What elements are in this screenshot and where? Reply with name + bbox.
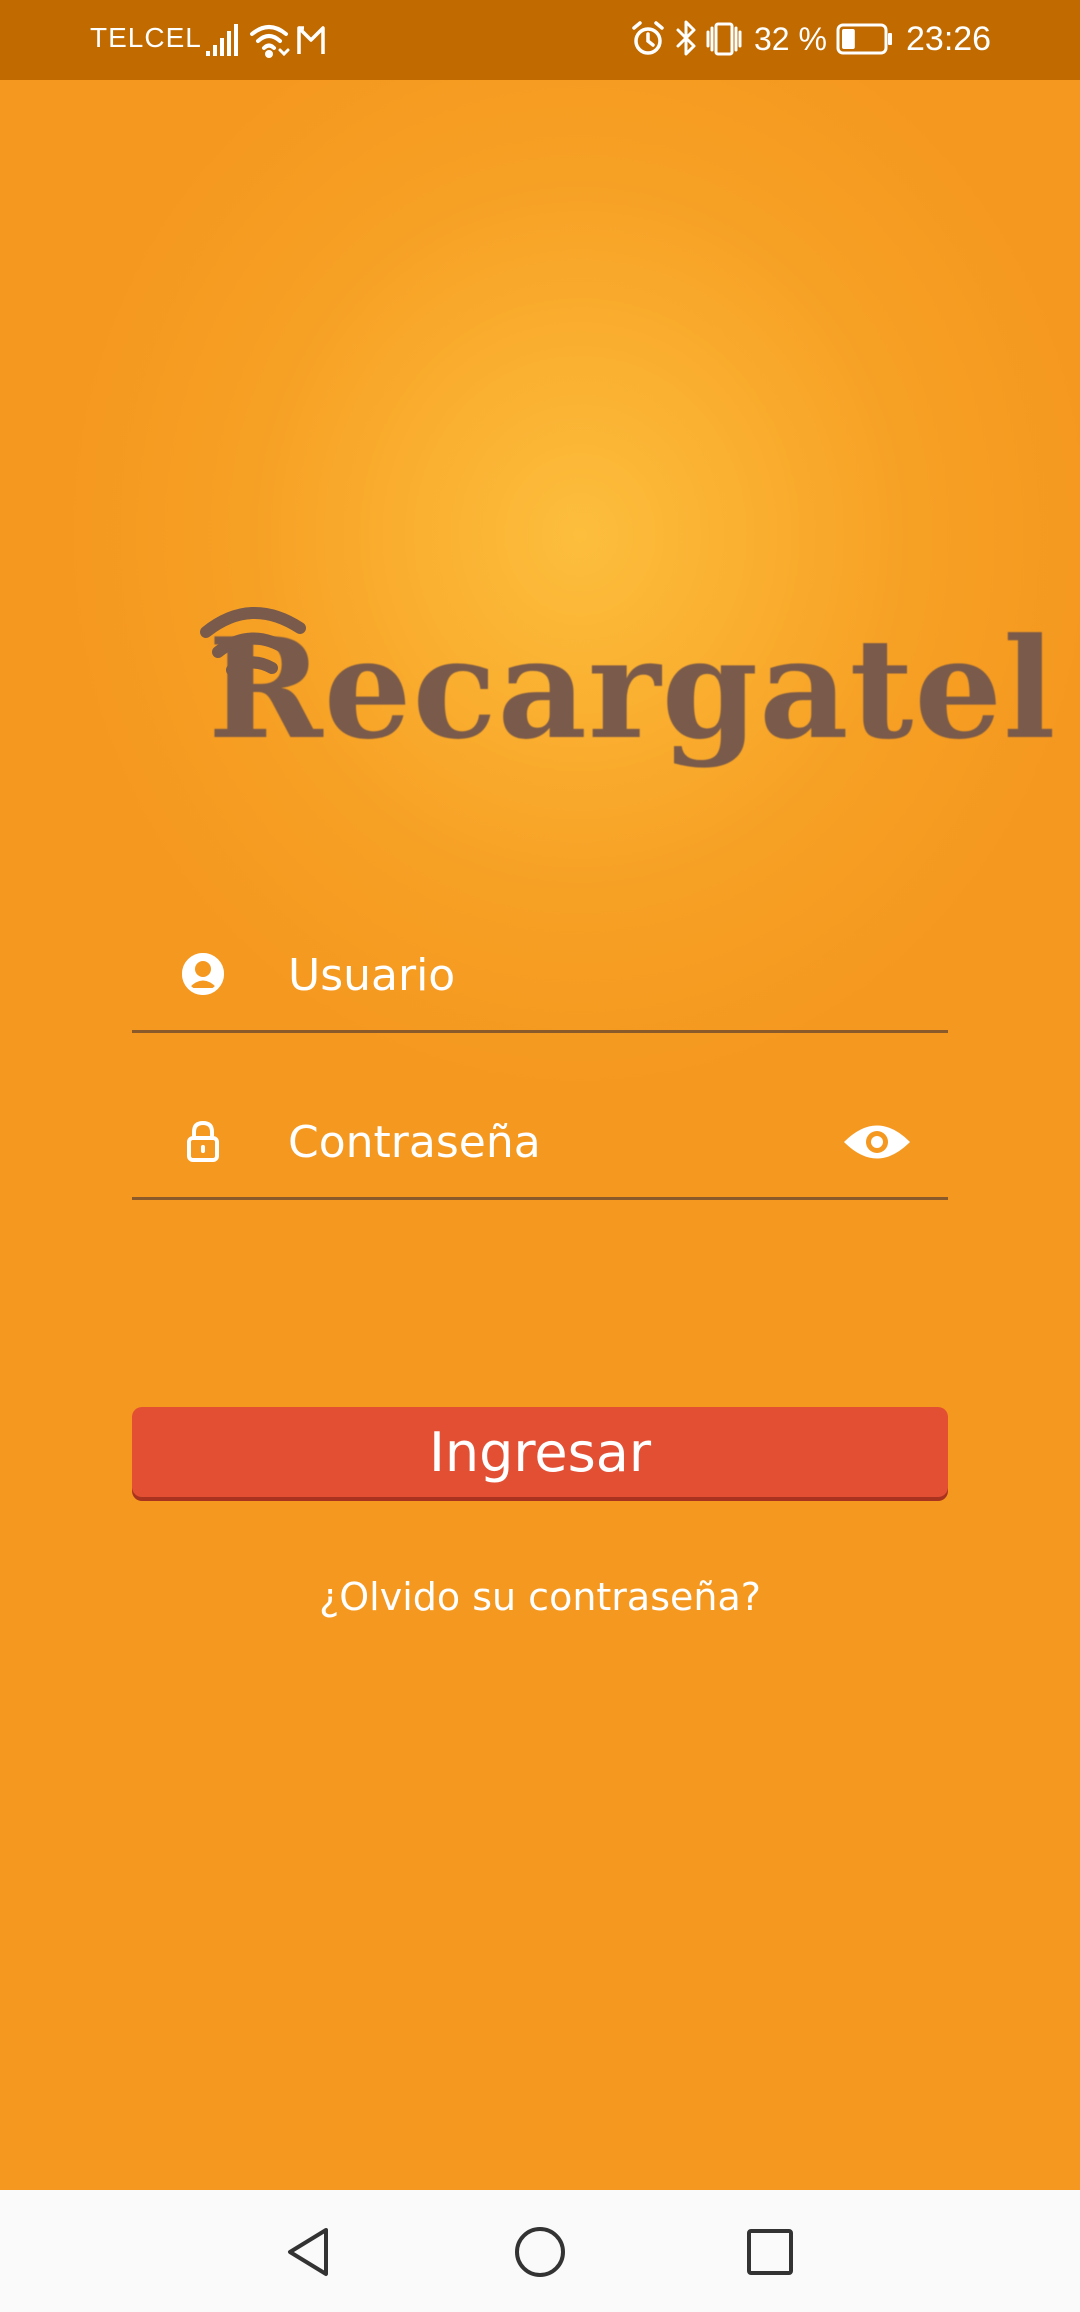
user-circle-icon [182,953,224,995]
lock-icon [187,1120,219,1162]
carrier-name: TELCEL [90,22,202,53]
forgot-password-link[interactable]: ¿Olvido su contraseña? [0,1575,1080,1619]
alarm-icon [632,21,664,55]
navigation-bar [0,2190,1080,2312]
gmail-icon [297,26,325,54]
battery-icon [836,23,892,55]
app-logo: Recargatel [190,600,1056,810]
bluetooth-icon [676,20,696,56]
status-bar: TELCEL 32 % 23:26 [0,0,1080,80]
username-field [132,920,948,1033]
password-field [132,1087,948,1200]
login-button[interactable]: Ingresar [132,1407,948,1497]
recents-icon[interactable] [738,2220,802,2284]
wifi-icon [250,25,290,58]
back-icon[interactable] [276,2220,340,2284]
logo-text: Recargatel [208,607,1057,770]
clock-time: 23:26 [906,20,992,58]
username-input[interactable] [288,940,808,1010]
battery-percent: 32 % [754,21,827,57]
status-left-icons [206,24,325,58]
vibrate-icon [706,22,742,56]
status-right-icons [632,20,742,56]
eye-icon[interactable] [842,1117,912,1167]
signal-icon [206,24,238,56]
login-screen: TELCEL 32 % 23:26 Recargatel Usuario Ing… [0,0,1080,2312]
password-input[interactable] [288,1107,808,1177]
home-icon[interactable] [508,2220,572,2284]
